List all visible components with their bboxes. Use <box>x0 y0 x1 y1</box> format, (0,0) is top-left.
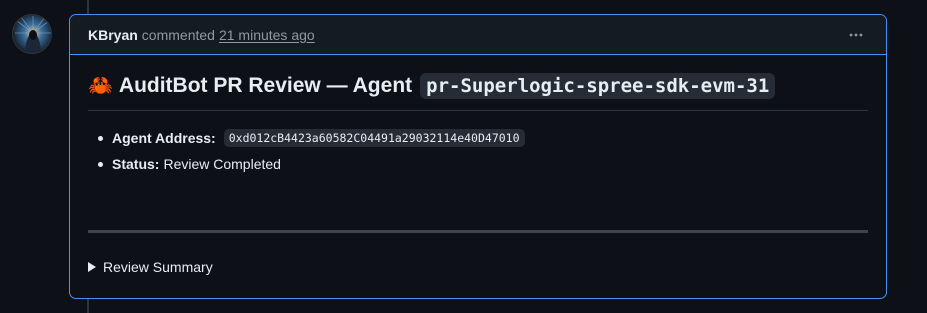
list-item-agent-address: Agent Address: 0xd012cB4423a60582C04491a… <box>94 125 868 151</box>
triangle-right-icon <box>88 262 96 272</box>
comment-action: commented <box>141 26 215 43</box>
horizontal-rule <box>88 230 868 233</box>
kebab-horizontal-icon[interactable] <box>846 25 866 45</box>
avatar-image <box>13 15 51 53</box>
status-value: Review Completed <box>163 156 281 172</box>
review-title: 🦀 AuditBot PR Review — Agent pr-Superlog… <box>88 71 868 111</box>
review-summary-label: Review Summary <box>103 259 213 275</box>
comment-author[interactable]: KBryan <box>88 27 138 43</box>
comment-box: KBryan commented 21 minutes ago 🦀 AuditB… <box>69 14 887 299</box>
list-item-status: Status: Review Completed <box>94 151 868 177</box>
review-summary-toggle[interactable]: Review Summary <box>88 259 213 275</box>
avatar[interactable] <box>12 14 52 54</box>
info-list: Agent Address: 0xd012cB4423a60582C04491a… <box>88 125 868 177</box>
crab-icon: 🦀 <box>88 75 113 97</box>
agent-address-value: 0xd012cB4423a60582C04491a29032114e40D470… <box>223 129 525 147</box>
agent-address-label: Agent Address: <box>112 130 216 146</box>
comment-timestamp[interactable]: 21 minutes ago <box>219 27 315 43</box>
timeline: KBryan commented 21 minutes ago 🦀 AuditB… <box>0 0 927 313</box>
comment-body: 🦀 AuditBot PR Review — Agent pr-Superlog… <box>70 55 886 298</box>
review-title-code: pr-Superlogic-spree-sdk-evm-31 <box>420 72 776 99</box>
comment-header: KBryan commented 21 minutes ago <box>70 15 886 55</box>
review-title-text: AuditBot PR Review — Agent <box>118 73 413 97</box>
status-label: Status: <box>112 156 160 172</box>
